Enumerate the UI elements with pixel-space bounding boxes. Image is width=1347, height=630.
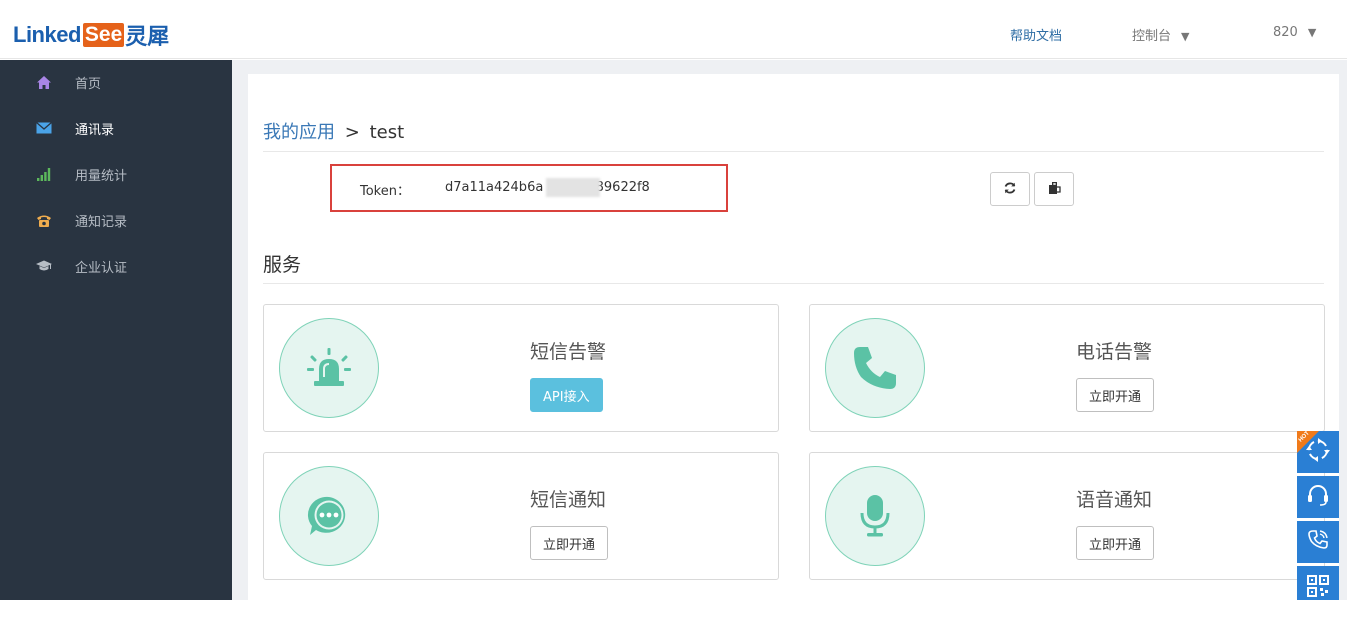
logo-linked: Linked	[13, 22, 81, 47]
console-menu[interactable]: 控制台 ▼	[1132, 25, 1189, 44]
service-title: 短信告警	[530, 341, 607, 363]
copy-icon	[1047, 181, 1061, 198]
user-menu[interactable]: 820 ▼	[1273, 25, 1316, 40]
service-card-phone-alert: 电话告警 立即开通	[809, 304, 1325, 432]
sidebar-item-label: 首页	[75, 76, 102, 92]
sidebar-item-certification[interactable]: 企业认证	[0, 244, 232, 288]
console-label: 控制台	[1132, 29, 1172, 44]
float-button-cycle[interactable]: HOT	[1297, 430, 1339, 473]
breadcrumb-current: test	[369, 122, 405, 143]
alarm-light-icon	[279, 318, 379, 418]
sidebar-item-label: 企业认证	[75, 260, 128, 276]
activate-button[interactable]: 立即开通	[1076, 526, 1155, 560]
sidebar-item-contacts[interactable]: 通讯录	[0, 106, 232, 150]
sidebar-item-label: 通知记录	[75, 214, 128, 230]
refresh-icon	[1003, 181, 1017, 198]
divider	[263, 283, 1324, 284]
activate-button[interactable]: 立即开通	[1076, 378, 1155, 412]
services-title: 服务	[263, 254, 302, 276]
signal-bars-icon	[36, 166, 52, 182]
phone-handset-icon	[825, 318, 925, 418]
token-redaction	[546, 178, 600, 197]
sidebar-item-label: 用量统计	[75, 168, 128, 184]
envelope-icon	[36, 120, 52, 136]
token-label: Token：	[360, 184, 410, 199]
logo-cn: 灵犀	[125, 24, 170, 49]
top-header: Linked See 灵犀 帮助文档 控制台 ▼ 820 ▼	[0, 0, 1347, 59]
api-access-button[interactable]: API接入	[530, 378, 603, 412]
logo[interactable]: Linked See 灵犀	[13, 20, 169, 50]
service-title: 语音通知	[1076, 489, 1153, 511]
logo-see: See	[82, 23, 125, 47]
user-label: 820	[1273, 25, 1298, 40]
service-title: 电话告警	[1076, 341, 1153, 363]
activate-button[interactable]: 立即开通	[530, 526, 609, 560]
chevron-down-icon: ▼	[1307, 26, 1317, 39]
sidebar-item-usage[interactable]: 用量统计	[0, 152, 232, 196]
service-card-sms-alert: 短信告警 API接入	[263, 304, 779, 432]
breadcrumb-separator: >	[344, 122, 360, 143]
sidebar: 首页 通讯录 用量统计 通知记录 企业认证	[0, 60, 232, 600]
qrcode-icon	[1307, 575, 1329, 601]
headset-icon	[1306, 483, 1330, 511]
refresh-token-button[interactable]	[990, 172, 1030, 206]
help-docs-link[interactable]: 帮助文档	[1010, 25, 1062, 44]
sidebar-item-notify-records[interactable]: 通知记录	[0, 198, 232, 242]
sidebar-item-home[interactable]: 首页	[0, 60, 232, 104]
float-button-qrcode[interactable]	[1297, 566, 1339, 600]
graduation-cap-icon	[36, 258, 52, 274]
breadcrumb-my-apps-link[interactable]: 我的应用	[263, 122, 335, 143]
divider	[263, 151, 1324, 152]
copy-token-button[interactable]	[1034, 172, 1074, 206]
float-button-support[interactable]	[1297, 476, 1339, 518]
chevron-down-icon: ▼	[1181, 30, 1190, 43]
microphone-icon	[825, 466, 925, 566]
float-button-call[interactable]	[1297, 521, 1339, 563]
service-title: 短信通知	[530, 489, 607, 511]
sidebar-item-label: 通讯录	[75, 122, 115, 138]
service-card-sms-notify: 短信通知 立即开通	[263, 452, 779, 580]
chat-bubble-icon	[279, 466, 379, 566]
call-icon	[1306, 528, 1330, 556]
breadcrumb: 我的应用 > test	[263, 118, 404, 144]
home-icon	[36, 74, 52, 90]
phone-icon	[36, 212, 52, 228]
service-card-voice-notify: 语音通知 立即开通	[809, 452, 1325, 580]
